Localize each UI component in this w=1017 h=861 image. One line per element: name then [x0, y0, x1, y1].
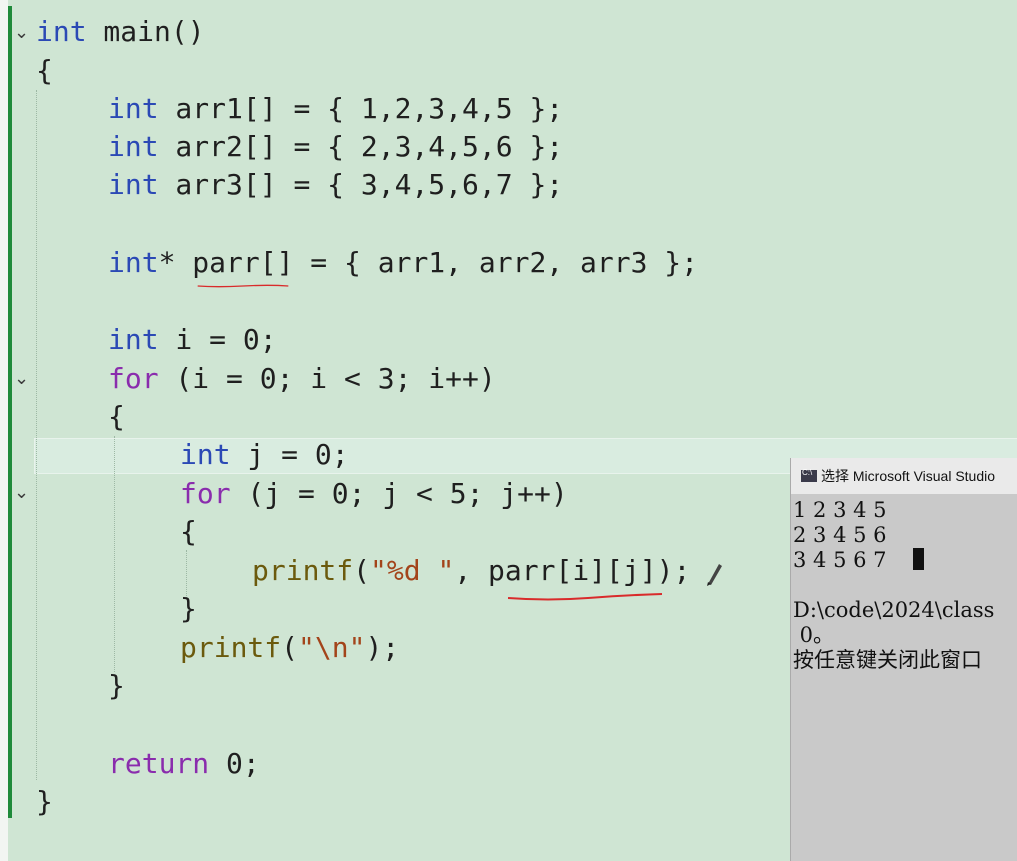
- console-title: 选择 Microsoft Visual Studio: [821, 468, 996, 484]
- code-line[interactable]: int* parr[] = { arr1, arr2, arr3 };: [108, 244, 698, 282]
- keyword: int: [108, 130, 159, 163]
- console-window[interactable]: 选择 Microsoft Visual Studio 1 2 3 4 52 3 …: [790, 458, 1017, 861]
- code-text: {: [36, 54, 53, 87]
- keyword: int: [108, 168, 159, 201]
- code-line[interactable]: return 0;: [108, 745, 260, 783]
- code-text: );: [365, 631, 400, 664]
- indent-guide: [36, 90, 37, 780]
- console-path-line: D:\code\2024\class: [793, 598, 995, 622]
- code-line[interactable]: {: [36, 52, 53, 90]
- keyword: int: [36, 15, 87, 48]
- console-output-line: 2 3 4 5 6: [793, 523, 887, 547]
- code-line[interactable]: int i = 0;: [108, 321, 277, 359]
- keyword: int: [108, 246, 159, 279]
- editor-left-margin: [0, 0, 8, 861]
- code-text: (i = 0; i < 3; i++): [158, 362, 496, 395]
- keyword: int: [108, 92, 159, 125]
- fold-chevron-icon[interactable]: ⌄: [14, 482, 29, 503]
- code-line[interactable]: }: [180, 590, 197, 628]
- console-output-line: 1 2 3 4 5: [793, 498, 887, 522]
- string-literal: "%d ": [370, 554, 455, 587]
- keyword: int: [180, 438, 231, 471]
- console-prompt-line: 按任意键关闭此窗口: [793, 648, 982, 672]
- console-output-line: 3 4 5 6 7: [793, 548, 1017, 573]
- keyword: for: [180, 477, 231, 510]
- console-title-bar[interactable]: 选择 Microsoft Visual Studio: [791, 458, 1017, 494]
- code-line[interactable]: printf("\n");: [180, 629, 399, 667]
- fold-chevron-icon[interactable]: ⌄: [14, 368, 29, 389]
- fold-chevron-icon[interactable]: ⌄: [14, 22, 29, 43]
- code-text: arr1[] = { 1,2,3,4,5 };: [158, 92, 564, 125]
- code-text: (: [353, 554, 371, 587]
- code-line[interactable]: }: [36, 783, 53, 821]
- code-line[interactable]: printf("%d ", parr[i][j]);: [252, 552, 690, 590]
- keyword: return: [108, 747, 210, 780]
- code-text: 0;: [209, 747, 260, 780]
- console-app-icon: [801, 468, 817, 482]
- console-exit-line: 0。: [793, 623, 835, 647]
- keyword: int: [108, 323, 159, 356]
- code-line[interactable]: for (j = 0; j < 5; j++): [180, 475, 568, 513]
- code-line[interactable]: int arr3[] = { 3,4,5,6,7 };: [108, 166, 563, 204]
- indent-guide: [114, 436, 115, 672]
- code-line[interactable]: for (i = 0; i < 3; i++): [108, 360, 496, 398]
- code-line[interactable]: int j = 0;: [180, 436, 349, 474]
- code-text: main(): [86, 15, 205, 48]
- code-line[interactable]: int main(): [36, 13, 205, 51]
- code-text: {: [108, 400, 125, 433]
- keyword: for: [108, 362, 159, 395]
- string-literal: ": [298, 631, 315, 664]
- code-text: }: [36, 785, 53, 818]
- red-underline-annotation: [508, 593, 662, 601]
- console-cursor: [913, 548, 925, 570]
- code-text: }: [108, 669, 125, 702]
- code-line[interactable]: {: [180, 513, 197, 551]
- code-text: arr3[] = { 3,4,5,6,7 };: [158, 168, 564, 201]
- code-line[interactable]: }: [108, 667, 125, 705]
- change-indicator-bar: [8, 6, 12, 818]
- pen-cursor-icon: [707, 564, 722, 586]
- escape-sequence: \n: [314, 631, 349, 664]
- code-text: {: [180, 515, 197, 548]
- function-name: printf: [180, 631, 282, 664]
- code-text: (j = 0; j < 5; j++): [230, 477, 568, 510]
- code-text: (: [281, 631, 299, 664]
- function-name: printf: [252, 554, 354, 587]
- code-text: arr2[] = { 2,3,4,5,6 };: [158, 130, 564, 163]
- string-literal: ": [348, 631, 366, 664]
- code-line[interactable]: {: [108, 398, 125, 436]
- code-line[interactable]: int arr1[] = { 1,2,3,4,5 };: [108, 90, 563, 128]
- code-text: j = 0;: [230, 438, 349, 471]
- code-text: i = 0;: [158, 323, 277, 356]
- code-text: , parr[i][j]);: [454, 554, 691, 587]
- code-text: * parr[] = { arr1, arr2, arr3 };: [158, 246, 699, 279]
- code-text: }: [180, 592, 197, 625]
- red-underline-annotation: [197, 284, 289, 288]
- console-output[interactable]: 1 2 3 4 52 3 4 5 63 4 5 6 7 D:\code\2024…: [791, 494, 1017, 673]
- code-line[interactable]: int arr2[] = { 2,3,4,5,6 };: [108, 128, 563, 166]
